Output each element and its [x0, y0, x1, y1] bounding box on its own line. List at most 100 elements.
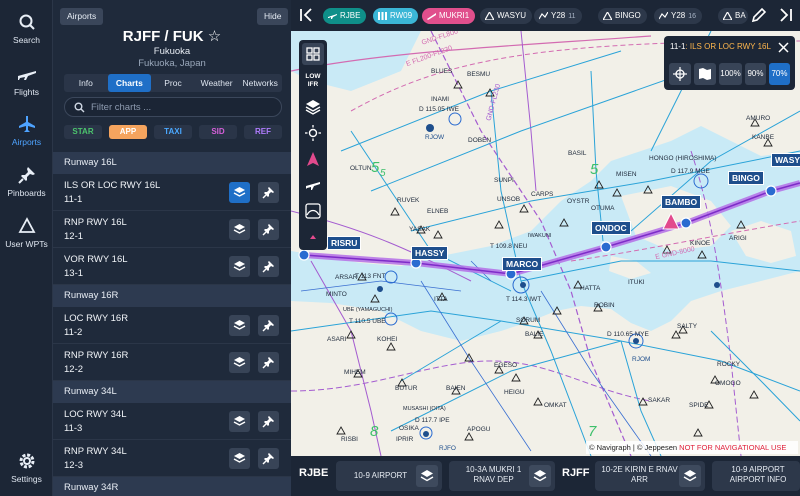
- opacity-70-button[interactable]: 70%: [769, 63, 790, 85]
- route-chip-airway[interactable]: Y28 16: [654, 8, 703, 24]
- more-button[interactable]: [302, 226, 324, 248]
- rail-pinboards[interactable]: Pinboards: [0, 166, 53, 198]
- chart-row[interactable]: ILS OR LOC RWY 16L 11-1: [53, 174, 291, 211]
- chart-name: VOR RWY 16L: [64, 254, 128, 265]
- chart-row[interactable]: RNP RWY 16L 12-1: [53, 211, 291, 248]
- low-ifr-button[interactable]: LOW IFR: [302, 73, 324, 89]
- gear-icon: [19, 453, 34, 469]
- filter-ref[interactable]: REF: [244, 125, 282, 139]
- route-chip-waypoint[interactable]: BA: [718, 8, 748, 24]
- tab-charts[interactable]: Charts: [107, 74, 152, 92]
- enroute-map[interactable]: GND-FL800 E FL200-FL230 GND-FL230 E GND-…: [291, 31, 800, 456]
- chart-row[interactable]: RNP RWY 16R 12-2: [53, 344, 291, 381]
- opacity-90-button[interactable]: 90%: [745, 63, 766, 85]
- pinned-chart-title: 10-3A MUKRI 1 RNAV DEP: [455, 465, 532, 485]
- layers-button[interactable]: [302, 96, 324, 118]
- edit-icon[interactable]: [751, 7, 767, 23]
- rail-search-label: Search: [13, 35, 40, 45]
- traffic-button[interactable]: [302, 174, 324, 196]
- popup-map-button[interactable]: [694, 63, 716, 85]
- hide-button[interactable]: Hide: [257, 8, 289, 25]
- route-chip-runway[interactable]: RW09: [373, 8, 419, 24]
- collapse-right-icon[interactable]: [777, 7, 793, 23]
- pin-button[interactable]: [258, 315, 279, 336]
- pin-button[interactable]: [258, 182, 279, 203]
- route-chip-waypoint[interactable]: BINGO: [598, 8, 647, 24]
- overlay-layer-button[interactable]: [416, 465, 438, 487]
- collapse-left-icon[interactable]: [299, 7, 315, 23]
- overlay-layer-button[interactable]: [679, 465, 701, 487]
- overlay-layer-button[interactable]: [229, 448, 250, 469]
- brightness-button[interactable]: [302, 122, 324, 144]
- chart-row[interactable]: RNP RWY 34L 12-3: [53, 440, 291, 477]
- pin-button[interactable]: [258, 219, 279, 240]
- pinned-chart-card[interactable]: 10-9 AIRPORT: [336, 461, 442, 491]
- tab-proc[interactable]: Proc: [151, 74, 195, 92]
- filter-taxi[interactable]: TAXI: [154, 125, 192, 139]
- filter-sid[interactable]: SID: [199, 125, 237, 139]
- rail-settings[interactable]: Settings: [0, 452, 53, 484]
- overlay-layer-button[interactable]: [229, 219, 250, 240]
- pinned-chart-card[interactable]: 10-2E KIRIN E RNAV ARR: [595, 461, 705, 491]
- terrain-button[interactable]: [302, 200, 324, 222]
- favorite-star-icon[interactable]: ☆: [208, 28, 221, 45]
- rail-userwpts[interactable]: User WPTs: [0, 217, 53, 249]
- tab-networks[interactable]: Networks: [238, 74, 282, 92]
- chart-row[interactable]: LOC RWY 34L 11-3: [53, 403, 291, 440]
- chart-code: 12-3: [64, 460, 84, 471]
- rail-flights[interactable]: Flights: [0, 65, 53, 97]
- airport-label: UBE (YAMAGUCHI): [343, 307, 393, 313]
- pinned-airport-destination[interactable]: RJFF: [562, 467, 590, 479]
- pin-button[interactable]: [258, 352, 279, 373]
- waypoint-label: ELNEB: [427, 208, 449, 215]
- pin-button[interactable]: [258, 411, 279, 432]
- chart-row[interactable]: LOC RWY 16R 11-2: [53, 307, 291, 344]
- pinned-airport-origin[interactable]: RJBE: [299, 467, 328, 479]
- pinned-chart-card[interactable]: 10-3A MUKRI 1 RNAV DEP: [449, 461, 555, 491]
- tab-info[interactable]: Info: [64, 74, 108, 92]
- route-waypoint-label[interactable]: ONDOC: [591, 221, 631, 235]
- pin-button[interactable]: [258, 256, 279, 277]
- route-waypoint-label[interactable]: WASY: [771, 153, 800, 167]
- overlay-layer-button[interactable]: [229, 256, 250, 277]
- rail-search[interactable]: Search: [0, 13, 53, 45]
- route-chip-waypoint[interactable]: WASYU: [480, 8, 533, 24]
- tab-weather[interactable]: Weather: [195, 74, 239, 92]
- chart-list: Runway 16L ILS OR LOC RWY 16L 11-1 RNP R…: [53, 152, 291, 496]
- layers-icon: [233, 320, 246, 330]
- route-chip-origin[interactable]: RJBE: [323, 8, 367, 24]
- route-waypoint-label[interactable]: RISRU: [327, 236, 362, 250]
- filter-app[interactable]: APP: [109, 125, 147, 139]
- departure-icon: [427, 13, 436, 20]
- overlay-layer-button[interactable]: [229, 411, 250, 432]
- airports-chip[interactable]: Airports: [60, 8, 104, 25]
- route-waypoint-label[interactable]: MARCO: [502, 257, 543, 271]
- chart-filter-input[interactable]: [91, 101, 271, 114]
- route-chip-sid[interactable]: MUKRI1: [422, 8, 476, 24]
- chart-filter-search[interactable]: [64, 97, 282, 117]
- rail-userwpts-label: User WPTs: [5, 239, 48, 249]
- chart-overlay-button[interactable]: [302, 43, 324, 65]
- popup-center-button[interactable]: [669, 63, 691, 85]
- filter-star[interactable]: STAR: [64, 125, 102, 139]
- route-waypoint-label[interactable]: BAMBO: [661, 195, 702, 209]
- overlay-layer-button[interactable]: [229, 352, 250, 373]
- waypoint-label: BALIE: [525, 331, 544, 338]
- route-chip-airway[interactable]: Y28 11: [534, 8, 582, 24]
- close-icon[interactable]: [778, 42, 789, 53]
- pin-button[interactable]: [258, 448, 279, 469]
- overlay-layer-button[interactable]: [229, 182, 250, 203]
- route-bar: RJBE RW09 MUKRI1 WASYU Y28 11 BINGO Y28 16: [291, 0, 800, 31]
- chart-row[interactable]: VOR RWY 16L 13-1: [53, 248, 291, 285]
- chart-name: LOC RWY 34L: [64, 409, 127, 420]
- rail-airports[interactable]: Airports: [0, 115, 53, 147]
- chart-type-filters: STAR APP TAXI SID REF: [64, 125, 282, 141]
- overlay-layer-button[interactable]: [229, 315, 250, 336]
- pinned-chart-card[interactable]: 10-9 AIRPORT AIRPORT INFO: [712, 461, 800, 491]
- route-waypoint-label[interactable]: BINGO: [728, 171, 764, 185]
- opacity-100-button[interactable]: 100%: [719, 63, 742, 85]
- route-waypoint-label[interactable]: HASSY: [411, 246, 449, 260]
- overlay-layer-button[interactable]: [529, 465, 551, 487]
- airport-title-text: RJFF / FUK: [122, 28, 204, 45]
- own-ship-button[interactable]: [302, 148, 324, 170]
